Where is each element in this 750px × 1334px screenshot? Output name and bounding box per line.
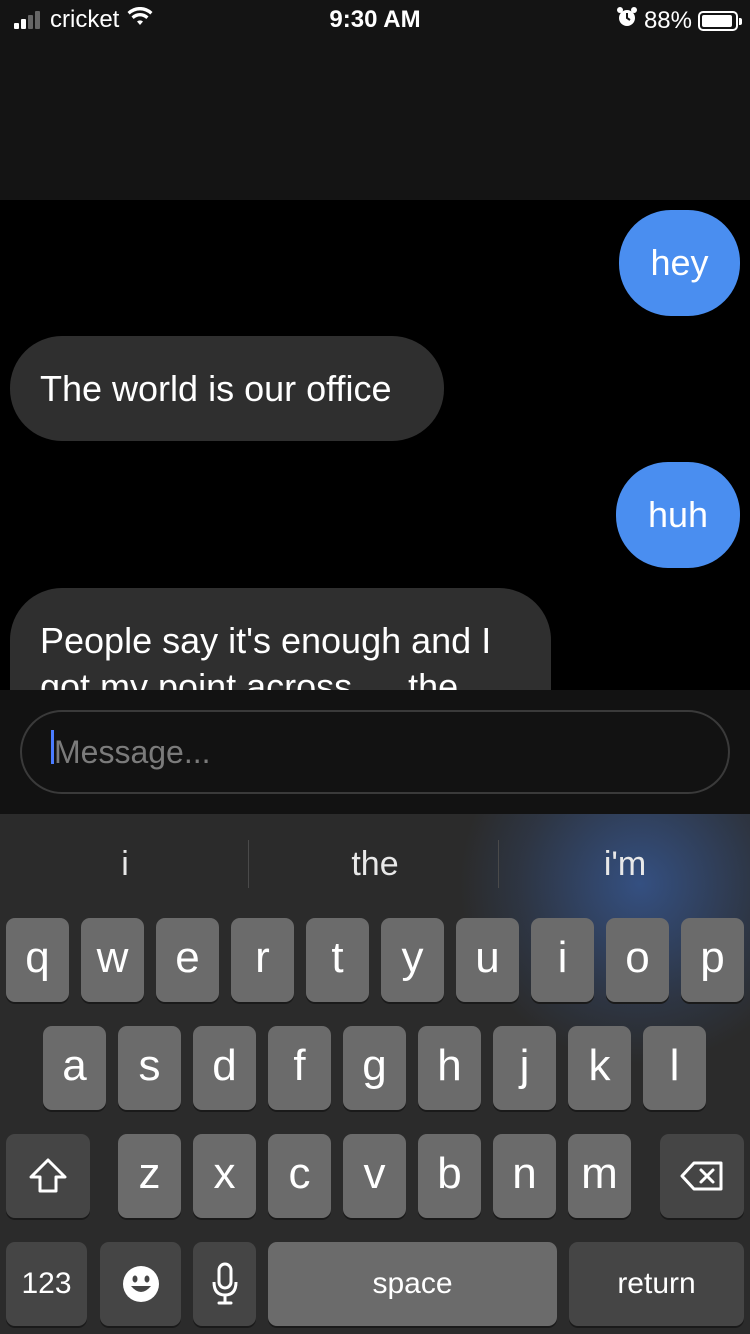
key-v[interactable]: v — [343, 1134, 406, 1218]
suggestion-item[interactable]: the — [250, 814, 500, 914]
key-u[interactable]: u — [456, 918, 519, 1002]
key-e[interactable]: e — [156, 918, 219, 1002]
alarm-icon — [616, 6, 638, 35]
key-m[interactable]: m — [568, 1134, 631, 1218]
message-composer — [0, 690, 750, 814]
key-j[interactable]: j — [493, 1026, 556, 1110]
dictation-key[interactable] — [193, 1242, 256, 1326]
message-input[interactable] — [20, 710, 730, 794]
header-area: cricket 9:30 AM 88% — [0, 0, 750, 200]
key-a[interactable]: a — [43, 1026, 106, 1110]
battery-percentage: 88% — [643, 6, 692, 34]
suggestion-divider — [498, 840, 499, 888]
backspace-icon — [680, 1161, 723, 1191]
space-key[interactable]: space — [268, 1242, 557, 1326]
sent-message-bubble[interactable]: huh — [616, 462, 740, 568]
text-caret — [51, 730, 54, 764]
key-t[interactable]: t — [306, 918, 369, 1002]
sent-message-bubble[interactable]: hey — [619, 210, 740, 316]
key-n[interactable]: n — [493, 1134, 556, 1218]
received-message-bubble[interactable]: The world is our office — [10, 336, 444, 441]
message-list[interactable]: hey The world is our office huh People s… — [0, 200, 750, 690]
key-r[interactable]: r — [231, 918, 294, 1002]
key-b[interactable]: b — [418, 1134, 481, 1218]
key-p[interactable]: p — [681, 918, 744, 1002]
emoji-icon — [122, 1266, 159, 1302]
suggestion-item[interactable]: i — [0, 814, 250, 914]
shift-key[interactable] — [6, 1134, 90, 1218]
predictive-bar: i the i'm — [0, 814, 750, 914]
suggestion-divider — [248, 840, 249, 888]
key-d[interactable]: d — [193, 1026, 256, 1110]
key-s[interactable]: s — [118, 1026, 181, 1110]
key-h[interactable]: h — [418, 1026, 481, 1110]
emoji-key[interactable] — [100, 1242, 181, 1326]
key-q[interactable]: q — [6, 918, 69, 1002]
status-bar: cricket 9:30 AM 88% — [0, 0, 750, 40]
numbers-key[interactable]: 123 — [6, 1242, 87, 1326]
key-l[interactable]: l — [643, 1026, 706, 1110]
return-key[interactable]: return — [569, 1242, 744, 1326]
delete-key[interactable] — [660, 1134, 744, 1218]
key-i[interactable]: i — [531, 918, 594, 1002]
suggestion-item[interactable]: i'm — [500, 814, 750, 914]
shift-icon — [29, 1158, 67, 1193]
key-c[interactable]: c — [268, 1134, 331, 1218]
key-w[interactable]: w — [81, 918, 144, 1002]
battery-icon — [698, 10, 742, 31]
key-f[interactable]: f — [268, 1026, 331, 1110]
key-k[interactable]: k — [568, 1026, 631, 1110]
key-o[interactable]: o — [606, 918, 669, 1002]
key-x[interactable]: x — [193, 1134, 256, 1218]
messaging-screen: cricket 9:30 AM 88% hey The world is our… — [0, 0, 750, 1334]
keyboard: i the i'm q w e r t y u i o p a s d f g … — [0, 814, 750, 1334]
key-g[interactable]: g — [343, 1026, 406, 1110]
status-right: 88% — [616, 6, 742, 35]
key-z[interactable]: z — [118, 1134, 181, 1218]
microphone-icon — [212, 1262, 237, 1305]
received-message-bubble[interactable]: People say it's enough and I got my poin… — [10, 588, 551, 690]
key-y[interactable]: y — [381, 918, 444, 1002]
